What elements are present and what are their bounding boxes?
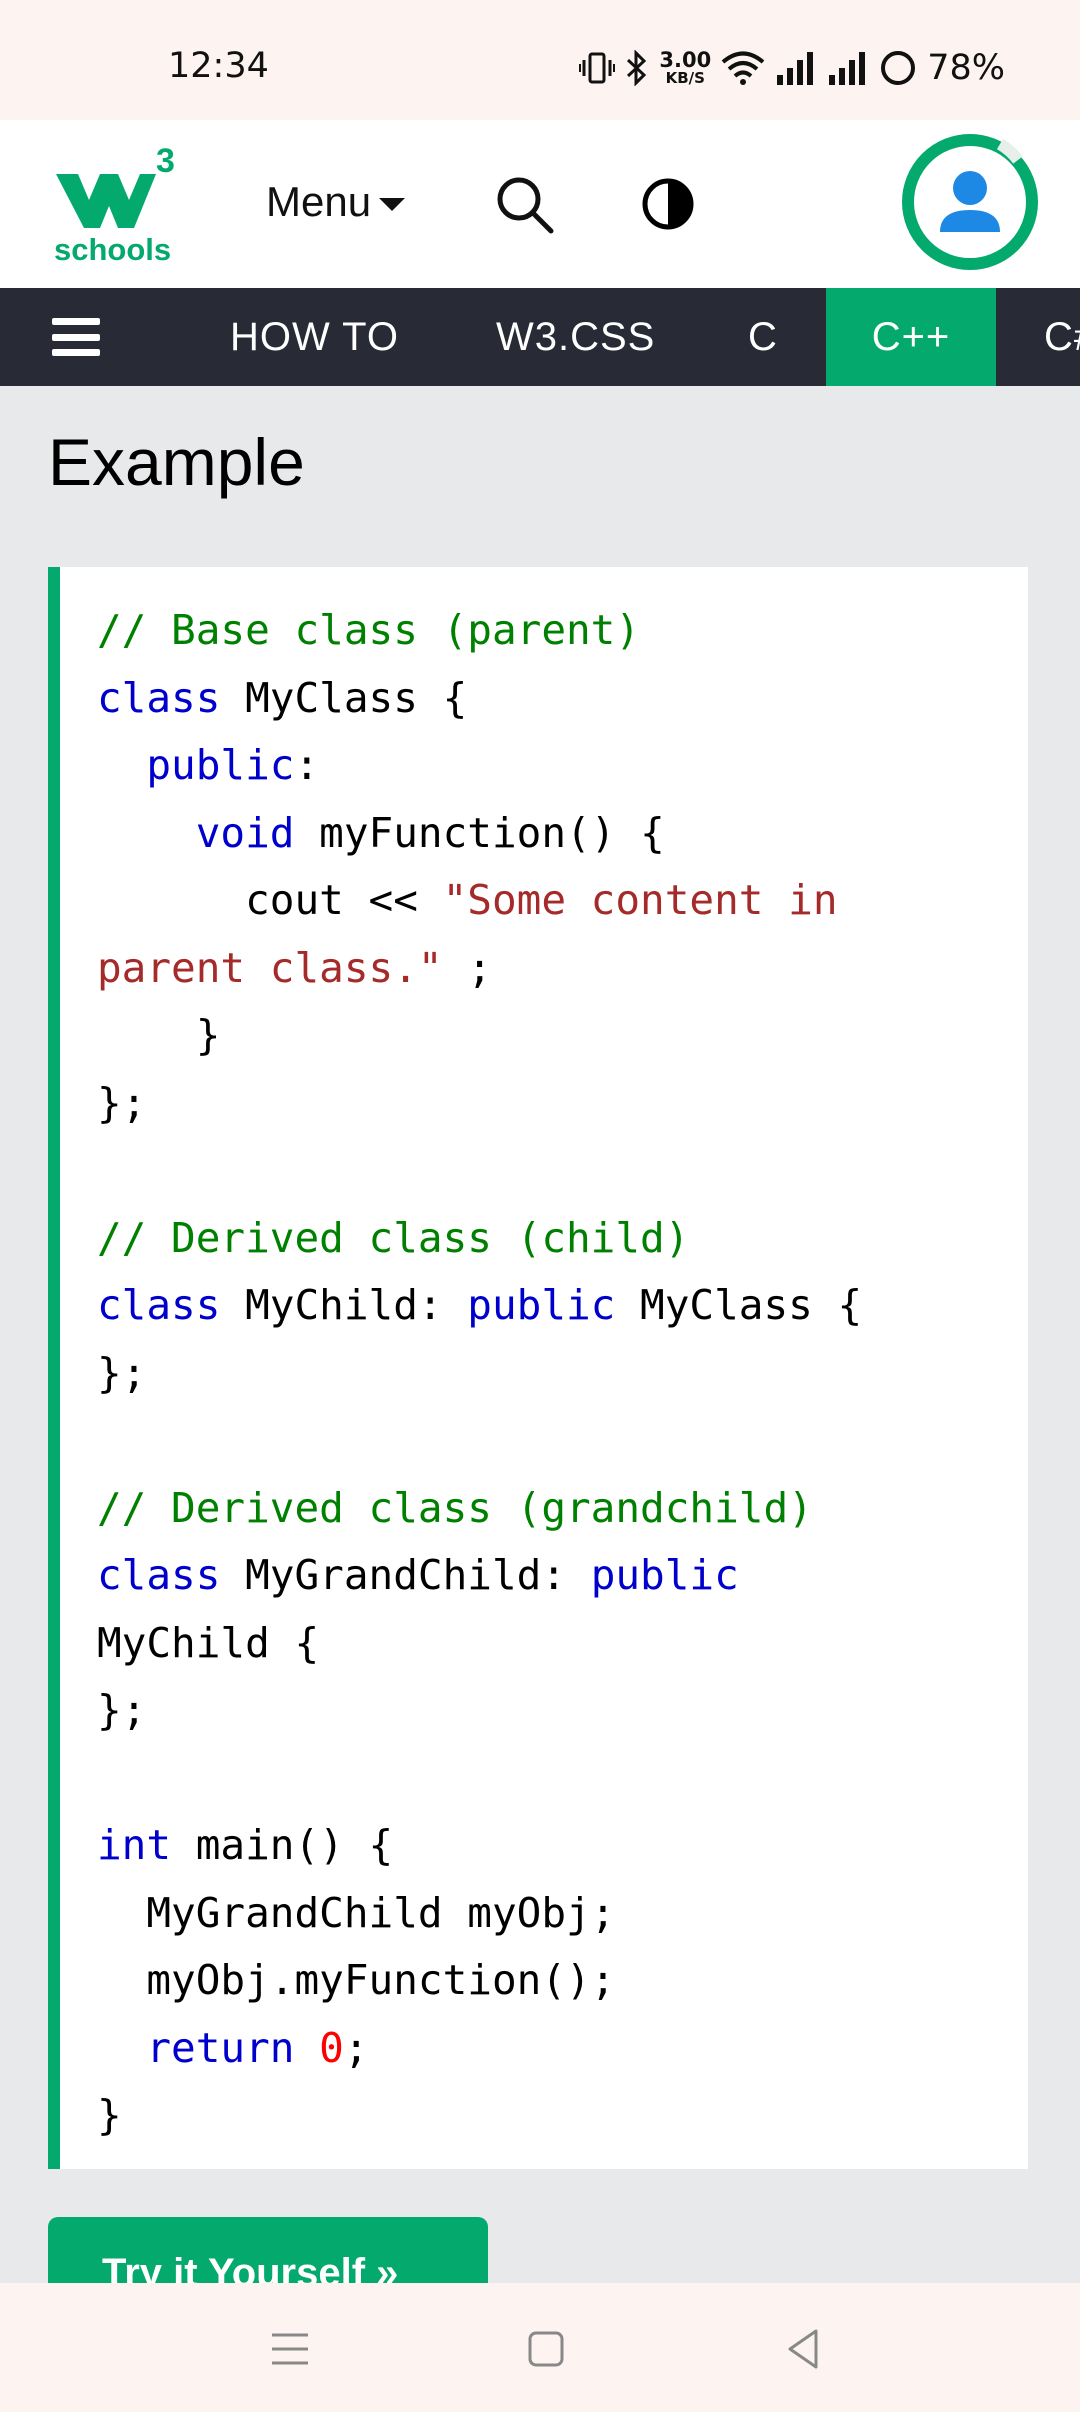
code-token: };: [97, 1078, 147, 1127]
nav-item-how-to[interactable]: HOW TO: [230, 288, 399, 386]
nav-item-w3css[interactable]: W3.CSS: [496, 288, 655, 386]
section-title: Example: [48, 425, 305, 499]
status-bar: 12:34 3.00 KB/S 78%: [0, 0, 1080, 120]
nav-item-c[interactable]: C: [748, 288, 778, 386]
code-line: // Derived class (child): [97, 1205, 1028, 1273]
code-token: // Derived class (child): [97, 1213, 690, 1262]
search-icon[interactable]: [494, 174, 556, 236]
code-token: MyChild {: [97, 1618, 320, 1667]
code-line: // Derived class (grandchild): [97, 1475, 1028, 1543]
code-token: public: [467, 1281, 616, 1329]
signal-icon: [777, 52, 814, 85]
logo-superscript: 3: [156, 142, 175, 180]
code-line: MyChild {: [97, 1610, 1028, 1678]
vibrate-icon: [579, 52, 616, 84]
code-token: ;: [442, 943, 492, 992]
code-token: class: [97, 1281, 221, 1329]
code-token: :: [294, 741, 320, 789]
code-token: MyClass {: [615, 1281, 863, 1329]
code-token: // Base class (parent): [97, 606, 641, 654]
system-navigation-bar: [0, 2283, 1080, 2412]
code-token: class: [97, 1551, 221, 1599]
code-token: public: [146, 741, 295, 789]
code-line: class MyGrandChild: public: [97, 1542, 1028, 1610]
caret-down-icon: [379, 197, 406, 211]
code-token: class: [97, 673, 221, 722]
status-icons: 3.00 KB/S 78%: [579, 46, 1005, 90]
code-token: 0: [319, 2023, 344, 2072]
code-token: int: [97, 1821, 172, 1869]
code-token: MyClass {: [220, 673, 468, 722]
code-line: class MyClass {: [97, 665, 1028, 733]
code-line: }: [97, 2082, 1028, 2150]
nav-item-cpp[interactable]: C++: [826, 288, 996, 386]
code-token: "Some content in: [442, 876, 838, 924]
bluetooth-icon: [627, 50, 647, 86]
wifi-icon: [721, 51, 765, 85]
logo-text: schools: [54, 232, 171, 266]
code-token: // Derived class (grandchild): [97, 1483, 813, 1532]
code-token: MyGrandChild:: [220, 1551, 591, 1599]
battery-percent: 78%: [927, 48, 1005, 88]
code-line: };: [97, 1677, 1028, 1745]
code-line: cout << "Some content in: [97, 867, 1028, 935]
recents-icon[interactable]: [262, 2321, 318, 2377]
code-token: }: [97, 1011, 221, 1059]
code-token: MyChild:: [220, 1281, 468, 1329]
menu-button[interactable]: Menu: [266, 178, 406, 226]
code-token: myFunction() {: [294, 808, 665, 857]
code-token: }: [97, 2091, 122, 2139]
code-line: void myFunction() {: [97, 800, 1028, 868]
code-line: parent class." ;: [97, 935, 1028, 1003]
code-line: // Base class (parent): [97, 597, 1028, 665]
contrast-icon[interactable]: [640, 176, 696, 232]
code-line: MyGrandChild myObj;: [97, 1880, 1028, 1948]
user-avatar-icon[interactable]: [900, 132, 1040, 272]
status-time: 12:34: [168, 46, 269, 86]
back-icon[interactable]: [776, 2321, 832, 2377]
battery-ring-icon: [881, 51, 916, 85]
home-icon[interactable]: [518, 2321, 574, 2377]
code-token: public: [590, 1551, 739, 1599]
code-line: };: [97, 1340, 1028, 1408]
signal-icon: [829, 52, 866, 85]
nav-item-csharp[interactable]: C#: [1044, 288, 1080, 386]
code-line: return 0;: [97, 2015, 1028, 2083]
code-line: class MyChild: public MyClass {: [97, 1272, 1028, 1340]
code-token: ;: [343, 2023, 369, 2072]
hamburger-icon[interactable]: [52, 318, 100, 356]
code-token: myObj.myFunction();: [97, 1956, 616, 2004]
network-speed: 3.00 KB/S: [659, 48, 712, 87]
code-token: cout <<: [97, 876, 443, 924]
site-header: 3 schools Menu: [0, 120, 1080, 288]
code-line: public:: [97, 732, 1028, 800]
code-line: myObj.myFunction();: [97, 1947, 1028, 2015]
code-token: parent class.": [97, 943, 443, 992]
code-line: };: [97, 1070, 1028, 1138]
code-token: };: [97, 1348, 147, 1397]
code-token: };: [97, 1686, 147, 1734]
code-line: int main() {: [97, 1812, 1028, 1880]
code-example-box: // Base class (parent) class MyClass { pu…: [48, 567, 1028, 2169]
menu-label: Menu: [266, 178, 372, 225]
code-line: }: [97, 1002, 1028, 1070]
code-token: void: [195, 808, 295, 857]
w3schools-logo[interactable]: 3 schools: [52, 142, 176, 266]
code-token: main() {: [171, 1821, 394, 1869]
code-token: return: [146, 2023, 295, 2072]
code-token: MyGrandChild myObj;: [97, 1888, 616, 1937]
topic-navbar: HOW TO W3.CSS C C++ C#: [0, 288, 1080, 386]
